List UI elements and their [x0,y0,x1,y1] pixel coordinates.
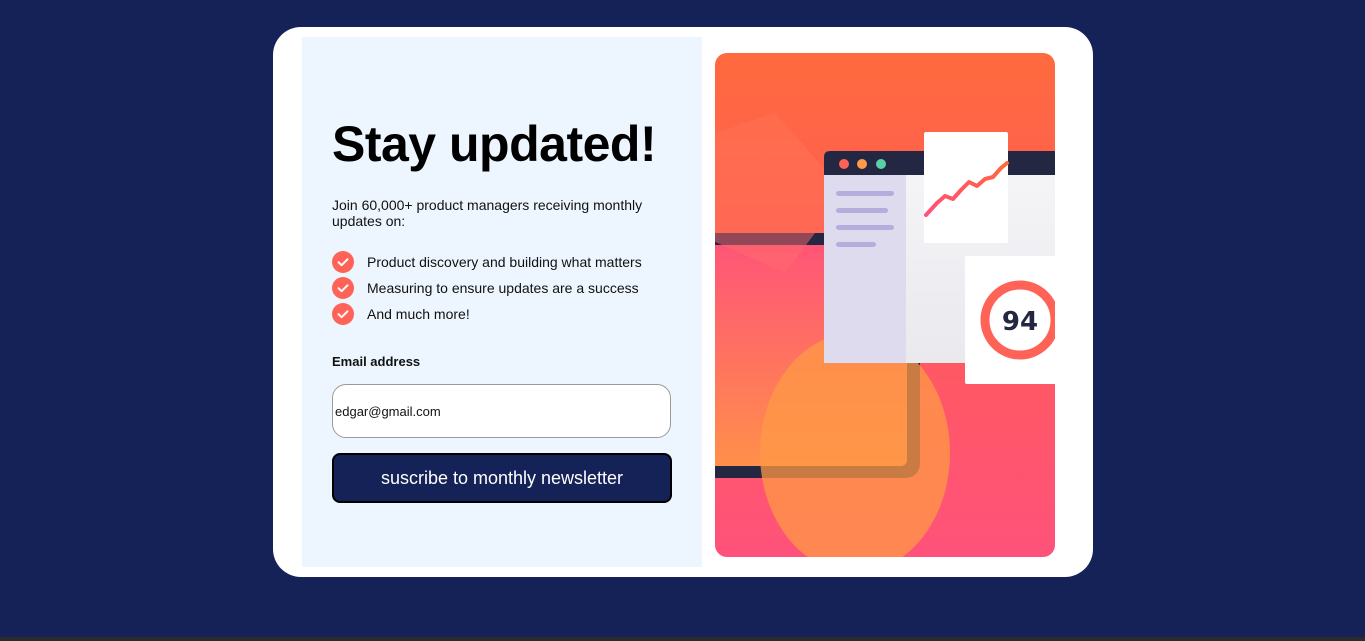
email-field[interactable] [332,384,671,438]
signup-form-panel: Stay updated! Join 60,000+ product manag… [302,37,702,567]
hero-illustration: 94 [715,53,1055,557]
check-circle-icon [332,303,354,325]
check-circle-icon [332,277,354,299]
subscribe-button[interactable]: suscribe to monthly newsletter [332,453,672,503]
list-item: And much more! [332,301,642,327]
dashboard-illustration: 94 [715,53,1055,557]
signup-card: Stay updated! Join 60,000+ product manag… [273,27,1093,577]
email-label: Email address [332,354,421,369]
check-circle-icon [332,251,354,273]
feature-text: And much more! [367,306,470,322]
intro-text: Join 60,000+ product managers receiving … [332,197,643,229]
feature-text: Measuring to ensure updates are a succes… [367,280,639,296]
list-item: Product discovery and building what matt… [332,249,642,275]
window-bottom-edge [0,637,1365,641]
page-title: Stay updated! [332,116,657,172]
feature-text: Product discovery and building what matt… [367,254,642,270]
score-value: 94 [1002,307,1038,337]
list-item: Measuring to ensure updates are a succes… [332,275,642,301]
feature-list: Product discovery and building what matt… [332,249,642,327]
